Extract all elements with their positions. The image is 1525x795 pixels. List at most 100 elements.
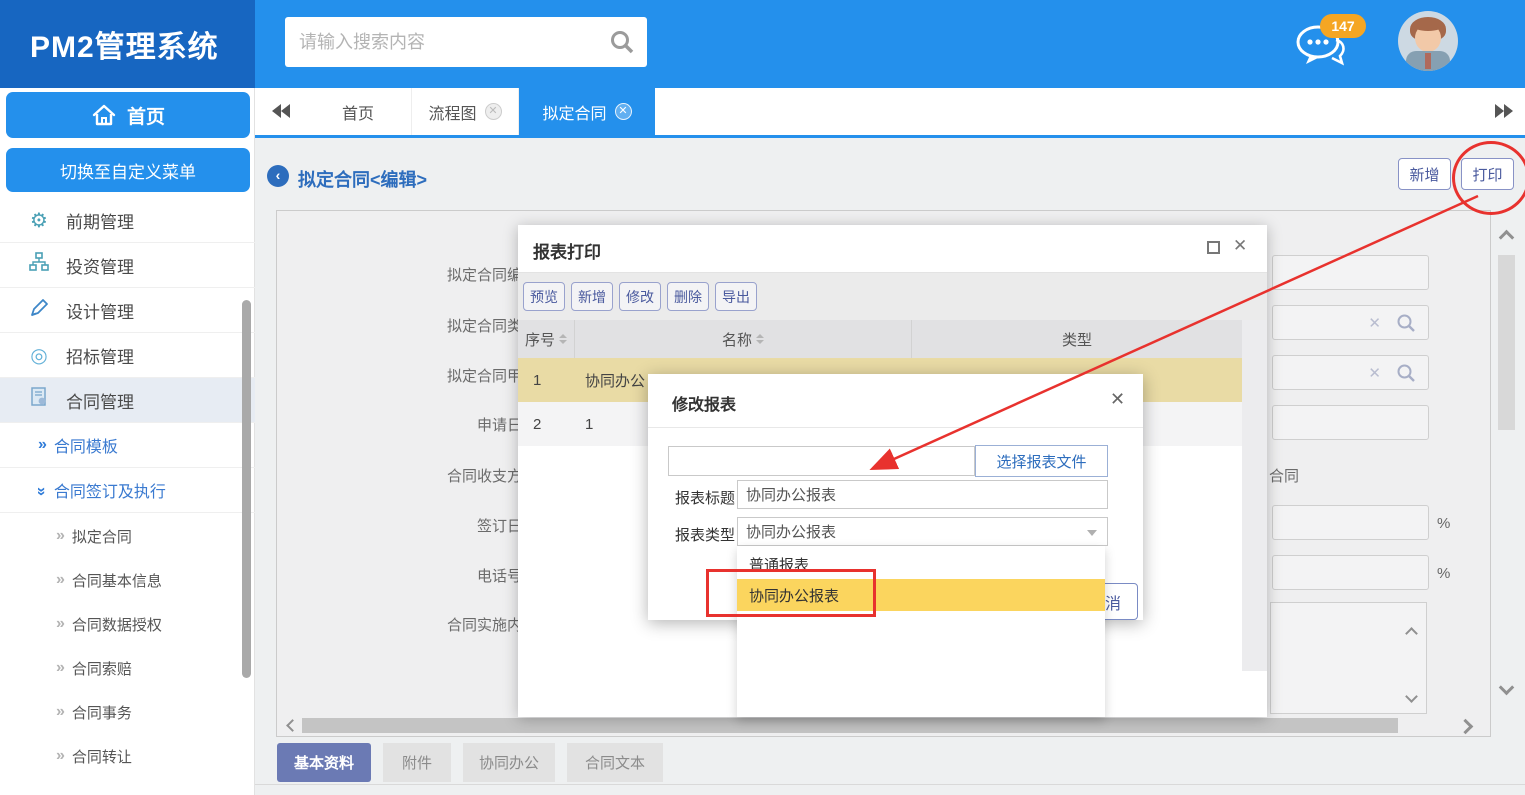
bottom-tab-basic-info[interactable]: 基本资料: [277, 743, 371, 782]
chevron-down-icon: »: [32, 487, 50, 493]
clear-icon[interactable]: ✕: [1368, 364, 1381, 382]
sidebar-item-contract[interactable]: 合同管理: [0, 378, 255, 423]
avatar-fringe: [1412, 19, 1444, 31]
sidebar-switch-menu-button[interactable]: 切换至自定义菜单: [6, 148, 250, 192]
sidebar-leaf-contract-data-auth[interactable]: » 合同数据授权: [0, 602, 255, 646]
magnifier-icon[interactable]: [1396, 313, 1416, 333]
dropdown-option-normal-report[interactable]: 普通报表: [737, 549, 1105, 579]
scroll-left-icon[interactable]: [286, 719, 299, 732]
modify-report-button[interactable]: 修改: [619, 282, 661, 311]
sidebar-leaf-contract-affairs[interactable]: » 合同事务: [0, 690, 255, 734]
vertical-scroll-thumb[interactable]: [1498, 255, 1515, 430]
tab-close-icon[interactable]: ✕: [615, 103, 632, 120]
horizontal-scroll-thumb[interactable]: [302, 718, 1398, 733]
sidebar-item-investment[interactable]: 投资管理: [0, 243, 255, 288]
sidebar-leaf-contract-claim[interactable]: » 合同索赔: [0, 646, 255, 690]
sidebar-home-label: 首页: [127, 102, 165, 129]
main-vertical-scrollbar[interactable]: [1496, 222, 1518, 717]
notification-button[interactable]: 147: [1292, 16, 1362, 76]
form-input-lookup[interactable]: ✕: [1272, 355, 1429, 390]
close-icon[interactable]: ✕: [1110, 389, 1125, 410]
sidebar-leaf-contract-transfer[interactable]: » 合同转让: [0, 734, 255, 778]
chevron-right-icon: »: [56, 659, 62, 677]
sort-icon[interactable]: [756, 334, 764, 344]
sidebar-leaf-contract-basic-info[interactable]: » 合同基本信息: [0, 558, 255, 602]
report-type-select[interactable]: 协同办公报表: [737, 517, 1108, 546]
textarea-scroll-up-icon[interactable]: [1405, 627, 1418, 640]
main-horizontal-scrollbar[interactable]: [280, 717, 1480, 735]
bottom-tab-contract-text[interactable]: 合同文本: [567, 743, 663, 782]
sidebar-item-design[interactable]: 设计管理: [0, 288, 255, 333]
column-header-seq[interactable]: 序号: [518, 320, 575, 358]
search-icon[interactable]: [609, 29, 635, 55]
sidebar-leaf-draft-contract[interactable]: » 拟定合同: [0, 514, 255, 558]
magnifier-icon[interactable]: [1396, 363, 1416, 383]
report-file-input[interactable]: [668, 446, 975, 476]
tab-draft-contract[interactable]: 拟定合同 ✕: [519, 88, 655, 135]
sidebar-item-label: 招标管理: [66, 343, 134, 368]
tabs-scroll-left-icon[interactable]: [272, 104, 290, 123]
bottom-tab-label: 合同文本: [585, 752, 645, 773]
sidebar-item-bidding[interactable]: ◎ 招标管理: [0, 333, 255, 378]
choose-report-file-label: 选择报表文件: [996, 451, 1086, 472]
sort-icon[interactable]: [559, 334, 567, 344]
dropdown-option-label: 普通报表: [749, 554, 809, 575]
sidebar-leaf-label: 合同事务: [72, 702, 132, 723]
bottom-tab-collaboration[interactable]: 协同办公: [463, 743, 555, 782]
scroll-up-icon[interactable]: [1499, 230, 1515, 246]
tab-home[interactable]: 首页: [305, 88, 412, 135]
clear-icon[interactable]: ✕: [1368, 314, 1381, 332]
textarea-scroll-down-icon[interactable]: [1405, 690, 1418, 703]
form-input-percent[interactable]: [1272, 555, 1429, 590]
column-header-type[interactable]: 类型: [912, 320, 1242, 358]
form-input-percent[interactable]: [1272, 505, 1429, 540]
tab-close-icon[interactable]: ✕: [485, 103, 502, 120]
bottom-tab-attachment[interactable]: 附件: [383, 743, 451, 782]
form-input-lookup[interactable]: ✕: [1272, 305, 1429, 340]
modify-report-modal-title: 修改报表: [672, 391, 736, 415]
global-search: [285, 17, 647, 67]
chevron-right-icon: »: [56, 747, 62, 765]
chevron-right-icon: »: [38, 436, 44, 454]
choose-report-file-button[interactable]: 选择报表文件: [975, 445, 1108, 477]
dropdown-option-label: 协同办公报表: [749, 585, 839, 606]
back-button[interactable]: ‹: [267, 165, 289, 187]
sidebar-item-prophase[interactable]: ⚙ 前期管理: [0, 198, 255, 243]
close-icon[interactable]: ✕: [1233, 236, 1247, 256]
scroll-down-icon[interactable]: [1499, 680, 1515, 696]
preview-button[interactable]: 预览: [523, 282, 565, 311]
column-label: 类型: [1062, 329, 1092, 350]
sidebar-sub-contract-sign-exec[interactable]: » 合同签订及执行: [0, 468, 255, 513]
chevron-down-icon: [1087, 530, 1097, 536]
sidebar-sub-label: 合同模板: [54, 433, 118, 457]
tab-flowchart[interactable]: 流程图 ✕: [412, 88, 519, 135]
sidebar-sub-contract-template[interactable]: » 合同模板: [0, 423, 255, 468]
scroll-right-icon[interactable]: [1458, 719, 1474, 735]
dropdown-option-collab-report[interactable]: 协同办公报表: [737, 579, 1105, 611]
tabs-scroll-right-icon[interactable]: [1495, 104, 1513, 123]
document-icon: [28, 387, 50, 413]
delete-report-button[interactable]: 删除: [667, 282, 709, 311]
sidebar: 首页 切换至自定义菜单 ⚙ 前期管理 投资管理 设计管理 ◎ 招标管理: [0, 88, 255, 795]
add-report-button-label: 新增: [578, 287, 606, 307]
add-report-button[interactable]: 新增: [571, 282, 613, 311]
sidebar-item-label: 设计管理: [66, 298, 134, 323]
sidebar-leaf-clipped-item[interactable]: » 合同明细播报: [0, 781, 255, 795]
report-title-input[interactable]: [737, 480, 1108, 509]
column-header-name[interactable]: 名称: [575, 320, 912, 358]
user-avatar[interactable]: [1398, 11, 1458, 71]
tab-label: 流程图: [428, 100, 476, 124]
cell-seq: 1: [518, 372, 575, 389]
sidebar-scrollbar[interactable]: [242, 300, 251, 678]
sidebar-home-button[interactable]: 首页: [6, 92, 250, 138]
add-button[interactable]: 新增: [1398, 158, 1451, 190]
sidebar-item-label: 投资管理: [66, 253, 134, 278]
export-report-button[interactable]: 导出: [715, 282, 757, 311]
form-textarea[interactable]: [1270, 602, 1427, 714]
form-input-plain[interactable]: [1272, 255, 1429, 290]
print-button[interactable]: 打印: [1461, 158, 1514, 190]
search-input[interactable]: [285, 32, 609, 53]
sidebar-leaf-label: 拟定合同: [72, 526, 132, 547]
form-input-plain[interactable]: [1272, 405, 1429, 440]
maximize-icon[interactable]: [1207, 241, 1220, 254]
